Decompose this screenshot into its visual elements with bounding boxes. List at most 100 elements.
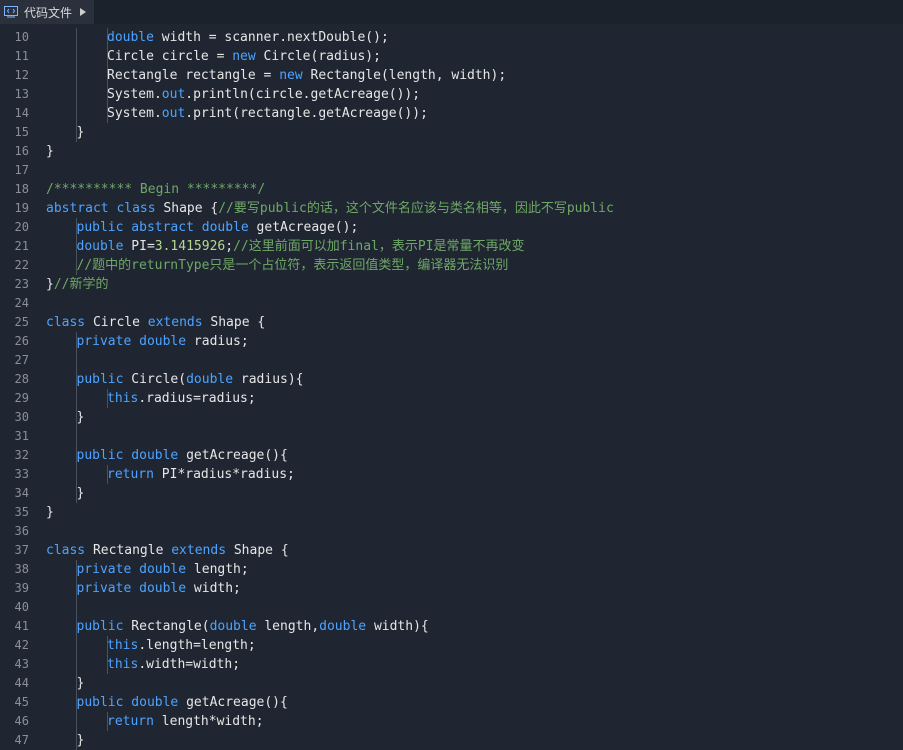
code-editor[interactable]: 10 double width = scanner.nextDouble(); 11… [0,28,903,750]
keyword-token: abstract [131,220,194,235]
code-text: return length*width; [107,712,264,731]
keyword-token: double [131,448,179,463]
keyword-token: public [76,619,124,634]
keyword-token: public [76,448,124,463]
indent-guide [76,712,77,731]
code-line[interactable]: 18 /********** Begin *********/ [0,180,903,199]
code-line[interactable]: 46 return length*width; [0,712,903,731]
code-line[interactable]: 24 [0,294,903,313]
code-token: Rectangle rectangle = [107,68,280,83]
code-token: Shape { [155,201,219,216]
code-line[interactable]: 31 [0,427,903,446]
code-token: Rectangle(length, width); [302,68,507,83]
code-line[interactable]: 43 this.width=width; [0,655,903,674]
comment-token: //要写public的话，这个文件名应该与类名相等，因此不写public [218,201,614,216]
code-text: private double width; [77,579,241,598]
line-number: 21 [14,239,29,253]
code-text: public double getAcreage(){ [77,693,288,712]
play-triangle-icon[interactable] [80,8,87,16]
code-line[interactable]: 25 class Circle extends Shape { [0,313,903,332]
line-number: 38 [14,562,29,576]
line-number: 18 [14,182,29,196]
code-token: length*width; [153,714,264,729]
code-token: } [76,410,85,425]
indent-guide [76,47,77,66]
code-text: } [77,674,85,693]
tab-code-file[interactable]: 代码文件 [0,0,96,24]
code-line[interactable]: 35} [0,503,903,522]
code-token: } [76,733,85,748]
code-line[interactable]: 21 double PI=3.1415926;//这里前面可以加final，表示P… [0,237,903,256]
code-line[interactable]: 14 System.out.print(rectangle.getAcreage(… [0,104,903,123]
code-line[interactable]: 28 public Circle(double radius){ [0,370,903,389]
code-line[interactable]: 34} [0,484,903,503]
keyword-token: double [107,30,154,45]
code-line[interactable]: 16} [0,142,903,161]
keyword-token: extends [147,315,203,330]
keyword-token: return [107,467,154,482]
code-line[interactable]: 38 private double length; [0,560,903,579]
code-text: } [46,142,54,161]
code-text: public Circle(double radius){ [77,370,304,389]
code-token: width){ [366,619,429,634]
code-token: } [76,125,85,140]
code-line[interactable]: 15} [0,123,903,142]
code-text: public Rectangle(double length,double wi… [77,617,429,636]
code-token: System. [107,106,162,121]
line-number: 24 [14,296,29,310]
line-number: 43 [14,657,29,671]
code-line[interactable]: 29 this.radius=radius; [0,389,903,408]
code-token: .radius=radius; [138,391,256,406]
code-text: this.width=width; [107,655,240,674]
keyword-token: class [116,201,156,216]
line-number: 42 [14,638,29,652]
keyword-token: double [139,562,187,577]
code-line[interactable]: 47} [0,731,903,750]
line-number: 44 [14,676,29,690]
code-line[interactable]: 36 [0,522,903,541]
line-number: 37 [14,543,29,557]
code-line[interactable]: 22 //题中的returnType只是一个占位符，表示返回值类型，编译器无法识别 [0,256,903,275]
code-token: .width=width; [138,657,241,672]
code-token: Shape { [202,315,266,330]
code-line[interactable]: 17 [0,161,903,180]
code-line[interactable]: 11 Circle circle = new Circle(radius); [0,47,903,66]
line-number: 26 [14,334,29,348]
code-line[interactable]: 44} [0,674,903,693]
code-line[interactable]: 10 double width = scanner.nextDouble(); [0,28,903,47]
indent-guide [76,465,77,484]
code-token: Rectangle [85,543,172,558]
keyword-token: new [232,49,256,64]
line-number: 15 [14,125,29,139]
code-line[interactable]: 45 public double getAcreage(){ [0,693,903,712]
code-line[interactable]: 19 abstract class Shape {//要写public的话，这个文… [0,199,903,218]
indent-guide [76,104,77,123]
code-line[interactable]: 33 return PI*radius*radius; [0,465,903,484]
code-token: getAcreage(){ [178,448,288,463]
code-token: Circle [85,315,148,330]
line-number: 12 [14,68,29,82]
code-text: } [46,503,54,522]
code-line[interactable]: 13 System.out.println(circle.getAcreage()… [0,85,903,104]
code-line[interactable]: 26 private double radius; [0,332,903,351]
code-token: width = scanner.nextDouble(); [153,30,389,45]
code-line[interactable]: 20 public abstract double getAcreage(); [0,218,903,237]
line-number: 28 [14,372,29,386]
line-number: 46 [14,714,29,728]
code-line[interactable]: 30} [0,408,903,427]
code-line[interactable]: 32 public double getAcreage(){ [0,446,903,465]
code-line[interactable]: 39 private double width; [0,579,903,598]
tab-label: 代码文件 [24,5,73,20]
code-line[interactable]: 12 Rectangle rectangle = new Rectangle(le… [0,66,903,85]
keyword-token: double [76,239,124,254]
code-line[interactable]: 27 [0,351,903,370]
code-line[interactable]: 41 public Rectangle(double length,double … [0,617,903,636]
code-line[interactable]: 40 [0,598,903,617]
code-line[interactable]: 23}//新学的 [0,275,903,294]
line-number: 32 [14,448,29,462]
code-line[interactable]: 37 class Rectangle extends Shape { [0,541,903,560]
code-line[interactable]: 42 this.length=length; [0,636,903,655]
code-token: } [76,486,85,501]
code-token: Shape { [226,543,289,558]
